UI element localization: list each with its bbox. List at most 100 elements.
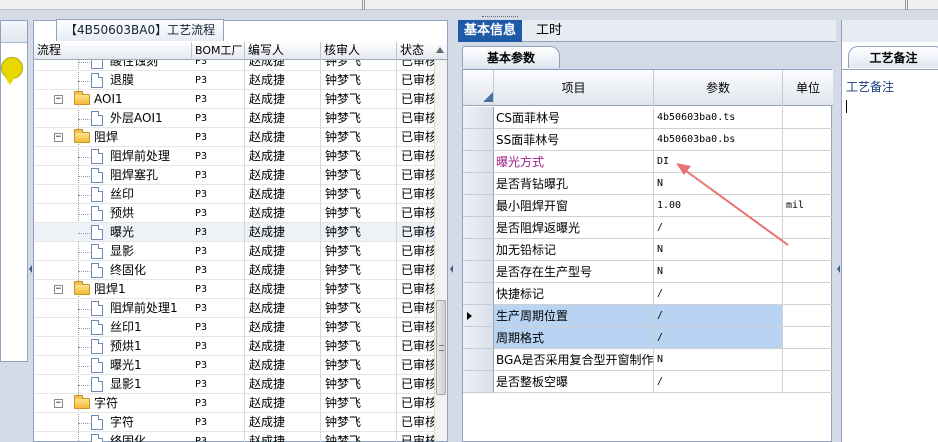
param-row[interactable]: 是否阻焊返曝光 /: [463, 217, 833, 239]
tree-node-cell[interactable]: 曝光1: [34, 356, 192, 375]
row-header[interactable]: [463, 239, 494, 261]
tree-node-cell[interactable]: 丝印1: [34, 318, 192, 337]
param-row[interactable]: SS面菲林号 4b50603ba0.bs: [463, 129, 833, 151]
param-row[interactable]: 周期格式 /: [463, 327, 833, 349]
tree-row[interactable]: 字符 P3 赵成捷 钟梦飞 已审核: [34, 413, 434, 432]
tree-row[interactable]: 阻焊前处理1 P3 赵成捷 钟梦飞 已审核: [34, 299, 434, 318]
row-header[interactable]: [463, 327, 494, 349]
notes-panel-title[interactable]: 工艺备注: [848, 46, 938, 68]
tree-node-cell[interactable]: 阻焊塞孔: [34, 166, 192, 185]
param-value-cell[interactable]: /: [654, 217, 783, 239]
param-value-cell[interactable]: N: [654, 349, 783, 371]
param-row[interactable]: 是否背钻曝孔 N: [463, 173, 833, 195]
tree-node-cell[interactable]: 显影1: [34, 375, 192, 394]
collapse-arrow-icon[interactable]: [29, 265, 32, 273]
tree-row[interactable]: − AOI1 P3 赵成捷 钟梦飞 已审核: [34, 90, 434, 109]
param-row[interactable]: 加无铅标记 N: [463, 239, 833, 261]
tree-row[interactable]: 退膜 P3 赵成捷 钟梦飞 已审核: [34, 71, 434, 90]
row-header[interactable]: [463, 195, 494, 217]
row-header[interactable]: [463, 261, 494, 283]
row-header[interactable]: [463, 217, 494, 239]
tree-node-cell[interactable]: 曝光: [34, 223, 192, 242]
param-value-cell[interactable]: /: [654, 283, 783, 305]
tree-row[interactable]: 酸性蚀刻 P3 赵成捷 钟梦飞 已审核: [34, 60, 434, 71]
param-row[interactable]: BGA是否采用复合型开窗制作 N: [463, 349, 833, 371]
tree-node-cell[interactable]: 丝印: [34, 185, 192, 204]
param-value-cell[interactable]: N: [654, 239, 783, 261]
tree-vertical-scrollbar[interactable]: [434, 60, 447, 441]
row-header[interactable]: [463, 349, 494, 371]
tree-row[interactable]: 阻焊前处理 P3 赵成捷 钟梦飞 已审核: [34, 147, 434, 166]
tree-node-cell[interactable]: 阻焊前处理: [34, 147, 192, 166]
row-header[interactable]: [463, 173, 494, 195]
tree-row[interactable]: 丝印 P3 赵成捷 钟梦飞 已审核: [34, 185, 434, 204]
tree-row[interactable]: 曝光 P3 赵成捷 钟梦飞 已审核: [34, 223, 434, 242]
param-row[interactable]: 曝光方式 DI: [463, 151, 833, 173]
param-row[interactable]: CS面菲林号 4b50603ba0.ts: [463, 107, 833, 129]
param-value-cell[interactable]: /: [654, 371, 783, 393]
tree-node-cell[interactable]: 外层AOI1: [34, 109, 192, 128]
column-header-param[interactable]: 参数: [654, 70, 783, 106]
tree-row[interactable]: 阻焊塞孔 P3 赵成捷 钟梦飞 已审核: [34, 166, 434, 185]
row-header[interactable]: [463, 107, 494, 129]
tree-row[interactable]: 显影1 P3 赵成捷 钟梦飞 已审核: [34, 375, 434, 394]
row-header[interactable]: [463, 129, 494, 151]
param-row[interactable]: 是否存在生产型号 N: [463, 261, 833, 283]
speech-bubble-icon[interactable]: [1, 57, 23, 79]
tree-node-cell[interactable]: 退膜: [34, 71, 192, 90]
column-header-writer[interactable]: 编写人: [245, 42, 321, 60]
column-header-item[interactable]: 项目: [494, 70, 654, 106]
tree-row[interactable]: 终固化 P3 赵成捷 钟梦飞 已审核: [34, 261, 434, 280]
tree-row[interactable]: − 字符 P3 赵成捷 钟梦飞 已审核: [34, 394, 434, 413]
tab-work-hours[interactable]: 工时: [530, 20, 568, 42]
middle-splitter[interactable]: [449, 20, 454, 442]
param-row[interactable]: 最小阻焊开窗 1.00 mil: [463, 195, 833, 217]
tree-row[interactable]: 终固化 P3 赵成捷 钟梦飞 已审核: [34, 432, 434, 442]
collapse-toggle-icon[interactable]: −: [54, 95, 63, 104]
tree-row[interactable]: − 阻焊1 P3 赵成捷 钟梦飞 已审核: [34, 280, 434, 299]
tree-node-cell[interactable]: − 阻焊1: [34, 280, 192, 299]
collapse-arrow-icon[interactable]: [450, 265, 453, 273]
row-header[interactable]: [463, 371, 494, 393]
param-value-cell[interactable]: 1.00: [654, 195, 783, 217]
param-value-cell[interactable]: /: [654, 327, 783, 349]
sort-ascending-icon[interactable]: [436, 47, 444, 53]
tree-node-cell[interactable]: 预烘: [34, 204, 192, 223]
tree-node-cell[interactable]: 阻焊前处理1: [34, 299, 192, 318]
tree-row[interactable]: 预烘1 P3 赵成捷 钟梦飞 已审核: [34, 337, 434, 356]
tree-node-cell[interactable]: 终固化: [34, 261, 192, 280]
row-header[interactable]: [463, 305, 494, 327]
column-header-unit[interactable]: 单位: [783, 70, 833, 106]
collapse-toggle-icon[interactable]: −: [54, 399, 63, 408]
param-value-cell[interactable]: /: [654, 305, 783, 327]
collapse-toggle-icon[interactable]: −: [54, 285, 63, 294]
param-value-cell[interactable]: DI: [654, 151, 783, 173]
collapse-toggle-icon[interactable]: −: [54, 133, 63, 142]
tree-row[interactable]: 外层AOI1 P3 赵成捷 钟梦飞 已审核: [34, 109, 434, 128]
param-value-cell[interactable]: 4b50603ba0.bs: [654, 129, 783, 151]
tree-row[interactable]: 曝光1 P3 赵成捷 钟梦飞 已审核: [34, 356, 434, 375]
tree-node-cell[interactable]: 酸性蚀刻: [34, 60, 192, 71]
column-header-status[interactable]: 状态: [397, 42, 437, 60]
notes-editor[interactable]: 工艺备注: [842, 69, 938, 442]
tree-node-cell[interactable]: 终固化: [34, 432, 192, 442]
tree-row[interactable]: 预烘 P3 赵成捷 钟梦飞 已审核: [34, 204, 434, 223]
row-header[interactable]: [463, 151, 494, 173]
collapse-arrow-icon[interactable]: [837, 265, 840, 273]
tree-node-cell[interactable]: − 阻焊: [34, 128, 192, 147]
tree-row[interactable]: − 阻焊 P3 赵成捷 钟梦飞 已审核: [34, 128, 434, 147]
tree-node-cell[interactable]: − AOI1: [34, 90, 192, 109]
scrollbar-thumb[interactable]: [436, 300, 446, 395]
param-value-cell[interactable]: N: [654, 261, 783, 283]
param-row[interactable]: 是否整板空曝 /: [463, 371, 833, 393]
param-row[interactable]: 快捷标记 /: [463, 283, 833, 305]
tree-node-cell[interactable]: − 字符: [34, 394, 192, 413]
tab-basic-params[interactable]: 基本参数: [462, 46, 560, 68]
tree-node-cell[interactable]: 预烘1: [34, 337, 192, 356]
tree-row[interactable]: 丝印1 P3 赵成捷 钟梦飞 已审核: [34, 318, 434, 337]
param-row[interactable]: 生产周期位置 /: [463, 305, 833, 327]
tree-node-cell[interactable]: 字符: [34, 413, 192, 432]
row-header[interactable]: [463, 283, 494, 305]
column-header-reviewer[interactable]: 核审人: [321, 42, 397, 60]
column-header-bom-factory[interactable]: BOM工厂: [192, 42, 245, 60]
